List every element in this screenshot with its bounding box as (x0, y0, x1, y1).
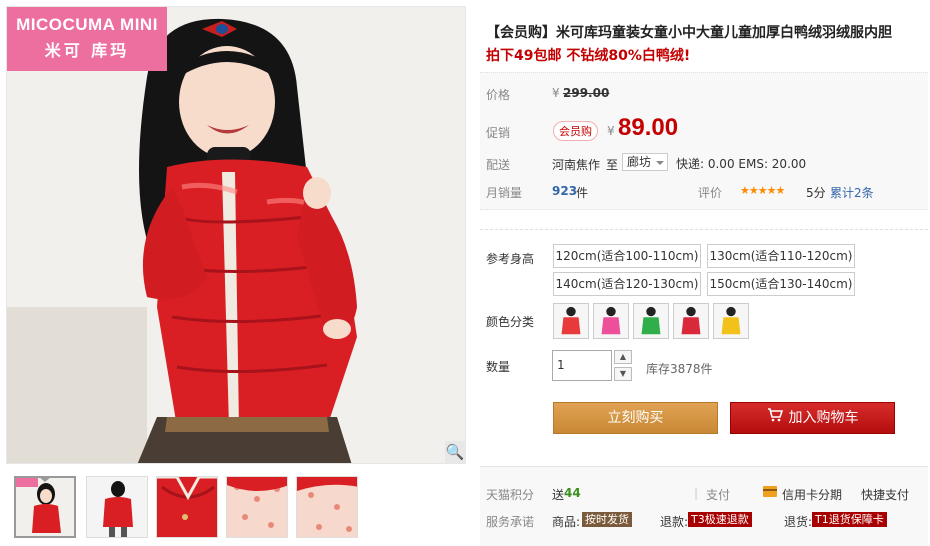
rating-label: 评价 (698, 186, 723, 200)
zoom-icon[interactable]: 🔍 (445, 441, 465, 463)
destination-value: 廊坊 (627, 155, 652, 169)
pay-label: 支付 (706, 488, 731, 502)
ship-from: 河南焦作 (552, 158, 601, 172)
pipe-separator: | (694, 486, 699, 500)
credit-installment[interactable]: 信用卡分期 (782, 486, 842, 503)
vip-badge: 会员购 (553, 121, 598, 141)
original-currency: ¥ (552, 86, 560, 100)
color-swatch-5[interactable] (713, 303, 749, 339)
service-promise-label: 服务承诺 (486, 515, 535, 529)
thumbnail-5[interactable] (296, 476, 358, 538)
quantity-down-button[interactable]: ▼ (614, 367, 632, 381)
destination-select[interactable]: 廊坊 (622, 153, 668, 171)
return-tag-wrap[interactable]: T1退货保障卡 (812, 512, 887, 527)
color-label: 颜色分类 (486, 315, 535, 329)
buy-now-button[interactable]: 立刻购买 (553, 402, 718, 434)
promo-label: 促销 (486, 126, 511, 140)
points-label: 天猫积分 (486, 488, 535, 502)
rating-stars: ★★★★★ (740, 184, 785, 197)
points-value: 44 (564, 486, 581, 500)
brand-logo-text: MICOCUMA MINI (16, 15, 158, 34)
cart-icon (767, 403, 783, 433)
monthly-sales-label: 月销量 (486, 186, 523, 200)
points-prefix: 送 (552, 488, 565, 502)
size-option-140[interactable]: 140cm(适合120-130cm) (553, 272, 701, 296)
shipping-fee: 快递: 0.00 EMS: 20.00 (676, 157, 807, 171)
quantity-label: 数量 (486, 360, 511, 374)
quantity-up-button[interactable]: ▲ (614, 350, 632, 364)
thumbnail-1[interactable] (14, 476, 76, 538)
monthly-sales-count: 923 (552, 184, 578, 198)
main-product-image[interactable]: MICOCUMA MINI 米可 库玛 🔍 (6, 6, 466, 464)
price-label: 价格 (486, 88, 511, 102)
on-time-ship-tag: 按时发货 (582, 512, 632, 527)
goods-tag-wrap[interactable]: 按时发货 (582, 512, 632, 527)
refund-tag-wrap[interactable]: T3极速退款 (688, 512, 752, 527)
monthly-sales-unit: 件 (576, 186, 589, 200)
color-swatch-3[interactable] (633, 303, 669, 339)
refund-label: 退款: (660, 515, 689, 529)
color-swatch-2[interactable] (593, 303, 629, 339)
chevron-down-icon (656, 161, 664, 165)
divider (480, 229, 928, 230)
thumbnail-3[interactable] (156, 476, 218, 538)
ship-to-word: 至 (606, 158, 619, 172)
original-price: 299.00 (563, 86, 610, 100)
return-guarantee-tag: T1退货保障卡 (812, 512, 887, 527)
size-option-130[interactable]: 130cm(适合110-120cm) (707, 244, 855, 268)
size-option-120[interactable]: 120cm(适合100-110cm) (553, 244, 701, 268)
add-to-cart-button[interactable]: 加入购物车 (730, 402, 895, 434)
product-subtitle: 拍下49包邮 不钻绒80%白鸭绒! (486, 48, 691, 64)
credit-card-icon (763, 486, 777, 497)
thumbnail-4[interactable] (226, 476, 288, 538)
product-photo (7, 7, 465, 463)
review-count-link[interactable]: 累计2条 (830, 184, 874, 201)
brand-logo-chinese: 米可 库玛 (44, 41, 130, 60)
quantity-input[interactable]: 1 (552, 350, 612, 381)
size-option-150[interactable]: 150cm(适合130-140cm) (707, 272, 855, 296)
rating-score: 5分 (806, 186, 826, 200)
brand-logo: MICOCUMA MINI 米可 库玛 (7, 7, 167, 71)
return-label: 退货: (784, 515, 813, 529)
fast-pay[interactable]: 快捷支付 (861, 486, 909, 503)
fast-refund-tag: T3极速退款 (688, 512, 752, 527)
color-swatch-1[interactable] (553, 303, 589, 339)
size-label: 参考身高 (486, 252, 535, 266)
product-title: 【会员购】米可库玛童装女童小中大童儿童加厚白鸭绒羽绒服内胆 (486, 25, 892, 41)
service-panel (480, 466, 928, 546)
add-to-cart-label: 加入购物车 (788, 410, 859, 426)
color-swatch-4[interactable] (673, 303, 709, 339)
stock-count: 库存3878件 (646, 362, 713, 376)
shipping-label: 配送 (486, 158, 511, 172)
goods-label: 商品: (552, 515, 581, 529)
promo-price: 89.00 (618, 114, 679, 141)
promo-currency: ¥ (607, 124, 615, 138)
thumbnail-2[interactable] (86, 476, 148, 538)
